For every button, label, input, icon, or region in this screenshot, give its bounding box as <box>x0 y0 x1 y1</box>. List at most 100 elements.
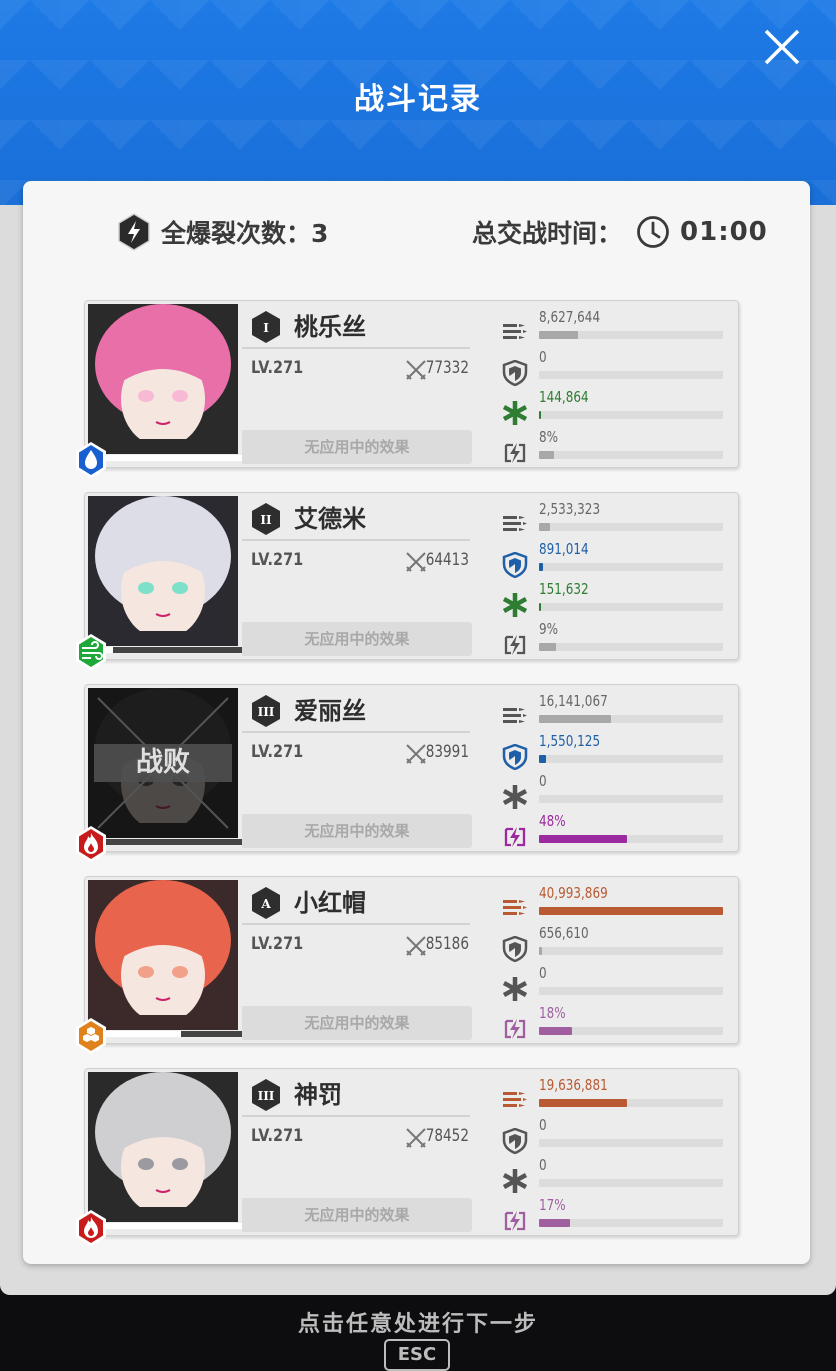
burst-rank-icon: A <box>252 887 280 919</box>
burst-bar <box>539 1027 723 1035</box>
continue-hint[interactable]: 点击任意处进行下一步 <box>0 1306 836 1338</box>
combat-power: 77332 <box>425 358 469 378</box>
damage-icon <box>503 1092 527 1107</box>
burst-bar-fill <box>539 1219 571 1227</box>
hp-bar <box>106 647 242 653</box>
burst-gauge-stat: 18% <box>502 1004 726 1042</box>
burst-rank-icon: II <box>252 503 280 535</box>
burst-bar <box>539 835 723 843</box>
damage-bar-fill <box>539 331 578 339</box>
heal-stat: 144,864 <box>502 388 726 426</box>
status-effects: 无应用中的效果 <box>242 1006 472 1040</box>
heal-icon <box>502 977 528 1001</box>
status-effects: 无应用中的效果 <box>242 622 472 656</box>
divider <box>242 1115 470 1117</box>
esc-key-hint[interactable]: ESC <box>384 1339 450 1371</box>
burst-gauge-stat: 9% <box>502 620 726 658</box>
character-name: 艾德米 <box>294 505 366 533</box>
damage-stat: 8,627,644 <box>502 308 726 346</box>
burst-charge-icon <box>504 1211 526 1231</box>
shield-bar-fill <box>539 947 542 955</box>
heal-bar-fill <box>539 603 541 611</box>
combat-power: 78452 <box>425 1126 469 1146</box>
character-portrait: 战败 <box>88 688 238 838</box>
burst-charge-icon <box>504 443 526 463</box>
hp-bar <box>106 455 242 461</box>
damage-stat: 2,533,323 <box>502 500 726 538</box>
status-effects: 无应用中的效果 <box>242 430 472 464</box>
damage-icon <box>503 708 527 723</box>
shield-stat: 0 <box>502 348 726 386</box>
shield-icon <box>502 936 528 962</box>
heal-stat: 0 <box>502 964 726 1002</box>
burst-bar <box>539 1219 723 1227</box>
damage-bar <box>539 715 723 723</box>
full-burst-count: 全爆裂次数：3 <box>117 213 328 251</box>
heal-icon <box>502 593 528 617</box>
damage-bar <box>539 907 723 915</box>
heal-icon <box>502 401 528 425</box>
character-card[interactable]: II 艾德米 LV.271 64413 无应用中的效果 2,533,323 89… <box>76 492 739 670</box>
battle-time-value: 01:00 <box>680 217 768 247</box>
burst-bar <box>539 643 723 651</box>
damage-bar-fill <box>539 715 611 723</box>
divider <box>242 347 470 349</box>
heal-bar <box>539 987 723 995</box>
burst-rank-label: III <box>258 705 275 719</box>
damage-value: 2,533,323 <box>539 500 601 518</box>
battle-time-label: 总交战时间： <box>472 219 623 248</box>
character-level: LV.271 <box>251 1126 304 1146</box>
damage-value: 19,636,881 <box>539 1076 608 1094</box>
character-level: LV.271 <box>251 934 304 954</box>
hp-bar <box>106 1031 242 1037</box>
shield-bar <box>539 947 723 955</box>
page-title: 战斗记录 <box>354 82 482 117</box>
shield-stat: 891,014 <box>502 540 726 578</box>
damage-bar <box>539 331 723 339</box>
combat-power: 85186 <box>425 934 469 954</box>
character-card[interactable]: III 神罚 LV.271 78452 无应用中的效果 19,636,881 0… <box>76 1068 739 1246</box>
divider <box>242 923 470 925</box>
damage-stat: 19,636,881 <box>502 1076 726 1114</box>
burst-icon <box>118 213 150 251</box>
shield-icon <box>502 552 528 578</box>
character-card[interactable]: 战败 III 爱丽丝 LV.271 83991 无应用中的效果 16,141,0… <box>76 684 739 862</box>
burst-gauge-stat: 48% <box>502 812 726 850</box>
character-portrait <box>88 304 238 454</box>
shield-icon <box>502 744 528 770</box>
shield-icon <box>502 1128 528 1154</box>
heal-value: 144,864 <box>539 388 589 406</box>
burst-rank-icon: I <box>252 311 280 343</box>
burst-bar-fill <box>539 1027 573 1035</box>
shield-bar-fill <box>539 563 543 571</box>
damage-value: 40,993,869 <box>539 884 608 902</box>
burst-value: 9% <box>539 620 559 638</box>
iron-element-icon <box>76 1018 106 1054</box>
heal-value: 0 <box>539 964 547 982</box>
shield-value: 1,550,125 <box>539 732 601 750</box>
character-level: LV.271 <box>251 358 304 378</box>
character-card[interactable]: A 小红帽 LV.271 85186 无应用中的效果 40,993,869 65… <box>76 876 739 1054</box>
character-name: 桃乐丝 <box>294 313 366 341</box>
burst-gauge-stat: 8% <box>502 428 726 466</box>
damage-icon <box>503 324 527 339</box>
character-name: 小红帽 <box>294 889 366 917</box>
damage-stat: 40,993,869 <box>502 884 726 922</box>
damage-bar-fill <box>539 1099 628 1107</box>
shield-value: 0 <box>539 348 547 366</box>
shield-value: 0 <box>539 1116 547 1134</box>
combat-power: 64413 <box>425 550 469 570</box>
character-name: 爱丽丝 <box>294 697 366 725</box>
burst-gauge-stat: 17% <box>502 1196 726 1234</box>
status-effects: 无应用中的效果 <box>242 814 472 848</box>
shield-bar-fill <box>539 755 547 763</box>
shield-bar <box>539 563 723 571</box>
burst-value: 8% <box>539 428 559 446</box>
damage-stat: 16,141,067 <box>502 692 726 730</box>
close-icon[interactable] <box>762 27 802 67</box>
character-card[interactable]: I 桃乐丝 LV.271 77332 无应用中的效果 8,627,644 0 1… <box>76 300 739 478</box>
hp-bar-fill <box>106 455 242 461</box>
burst-rank-label: III <box>258 1089 275 1103</box>
heal-stat: 0 <box>502 772 726 810</box>
burst-bar <box>539 451 723 459</box>
